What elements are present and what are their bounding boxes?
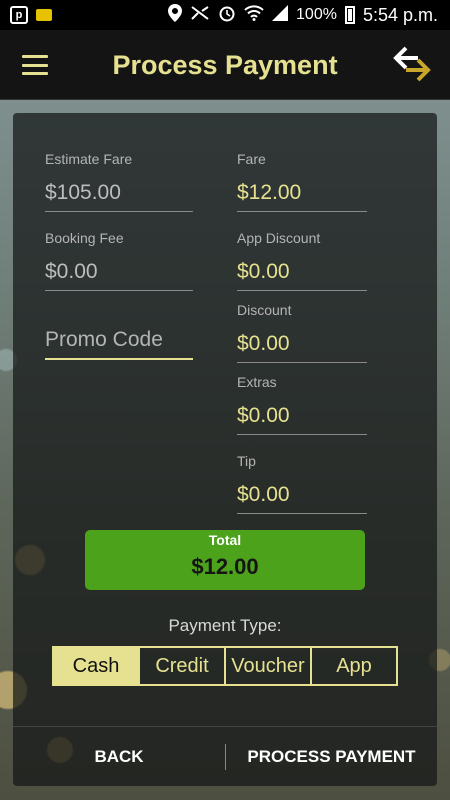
tip-field[interactable]: Tip $0.00 bbox=[237, 453, 367, 514]
total-button[interactable]: Total $12.00 bbox=[85, 530, 365, 590]
alarm-icon bbox=[218, 4, 236, 27]
total-label: Total bbox=[208, 532, 242, 548]
tip-label: Tip bbox=[237, 453, 256, 469]
estimate-fare-field: Estimate Fare $105.00 bbox=[45, 151, 193, 212]
fare-field[interactable]: Fare $12.00 bbox=[237, 151, 367, 212]
action-bar: BACK PROCESS PAYMENT bbox=[13, 726, 437, 786]
discount-field[interactable]: Discount $0.00 bbox=[237, 302, 367, 363]
booking-fee-label: Booking Fee bbox=[45, 230, 124, 246]
location-icon bbox=[168, 3, 183, 27]
tip-value[interactable]: $0.00 bbox=[237, 483, 367, 514]
signal-icon bbox=[272, 4, 289, 26]
discount-value[interactable]: $0.00 bbox=[237, 332, 367, 363]
app-discount-value[interactable]: $0.00 bbox=[237, 260, 367, 291]
app-bar: Process Payment bbox=[0, 30, 450, 100]
fare-label: Fare bbox=[237, 151, 266, 167]
booking-fee-value: $0.00 bbox=[45, 260, 193, 291]
total-value: $12.00 bbox=[191, 554, 259, 579]
fare-value[interactable]: $12.00 bbox=[237, 181, 367, 212]
payment-option-credit[interactable]: Credit bbox=[140, 648, 226, 684]
payment-card: Estimate Fare $105.00 Fare $12.00 Bookin… bbox=[13, 113, 437, 786]
payment-option-app[interactable]: App bbox=[312, 648, 396, 684]
app-logo-icon bbox=[393, 46, 431, 82]
booking-fee-field: Booking Fee $0.00 bbox=[45, 230, 193, 291]
payment-option-cash[interactable]: Cash bbox=[54, 648, 140, 684]
payment-type-label: Payment Type: bbox=[168, 616, 282, 635]
app-discount-field[interactable]: App Discount $0.00 bbox=[237, 230, 367, 291]
wifi-icon bbox=[244, 4, 264, 26]
status-bar: p 100% 5:54 p.m. bbox=[0, 0, 450, 30]
payment-option-voucher[interactable]: Voucher bbox=[226, 648, 312, 684]
estimate-fare-label: Estimate Fare bbox=[45, 151, 133, 167]
payment-type-selector: Cash Credit Voucher App bbox=[52, 646, 398, 686]
page-title: Process Payment bbox=[112, 50, 338, 80]
app-discount-label: App Discount bbox=[237, 230, 321, 246]
taxi-icon bbox=[36, 9, 52, 21]
battery-percent: 100% bbox=[296, 6, 337, 23]
clock: 5:54 p.m. bbox=[362, 4, 438, 25]
extras-label: Extras bbox=[237, 374, 277, 390]
estimate-fare-value: $105.00 bbox=[45, 181, 193, 212]
back-button[interactable]: BACK bbox=[13, 747, 225, 767]
discount-label: Discount bbox=[237, 302, 292, 318]
battery-icon bbox=[344, 6, 355, 24]
app-notification-icon: p bbox=[10, 6, 28, 24]
process-payment-button[interactable]: PROCESS PAYMENT bbox=[226, 747, 437, 767]
extras-field[interactable]: Extras $0.00 bbox=[237, 374, 367, 435]
nfc-icon bbox=[190, 5, 210, 26]
extras-value[interactable]: $0.00 bbox=[237, 404, 367, 435]
promo-code-input[interactable]: Promo Code bbox=[45, 328, 193, 360]
